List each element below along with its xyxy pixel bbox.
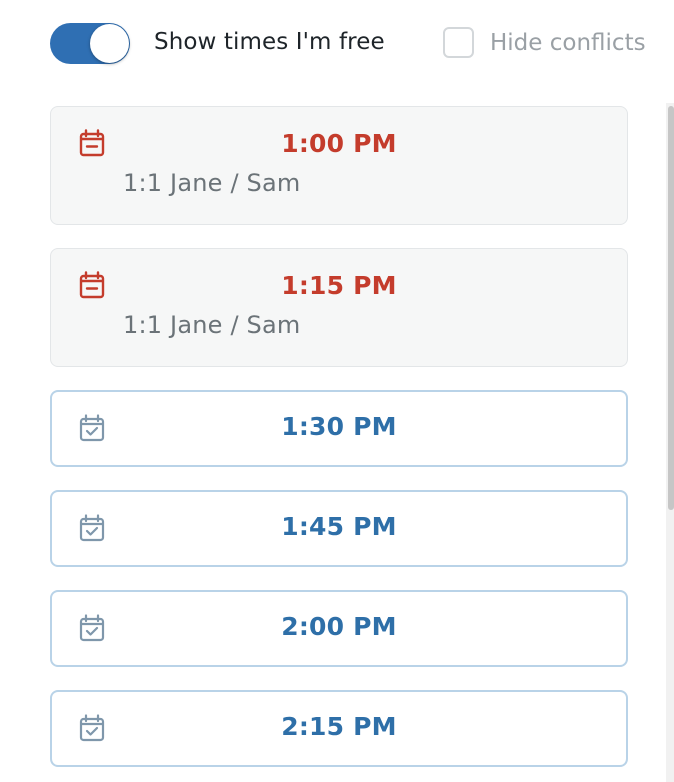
- time-slot-free[interactable]: 2:00 PM: [50, 590, 628, 667]
- slot-time: 1:45 PM: [281, 512, 397, 541]
- hide-conflicts-label: Hide conflicts: [490, 30, 646, 56]
- slot-time: 2:15 PM: [281, 712, 397, 741]
- scrollbar-thumb[interactable]: [668, 106, 674, 510]
- time-slot-busy[interactable]: 1:15 PM 1:1 Jane / Sam: [50, 248, 628, 367]
- slot-time: 1:00 PM: [281, 129, 397, 158]
- slot-event-title: 1:1 Jane / Sam: [123, 169, 301, 197]
- time-slot-picker: Show times I'm free Hide conflicts 1:00 …: [0, 0, 674, 782]
- time-slot-free[interactable]: 2:15 PM: [50, 690, 628, 767]
- hide-conflicts-checkbox[interactable]: [443, 27, 474, 58]
- time-slot-free[interactable]: 1:45 PM: [50, 490, 628, 567]
- slot-time: 1:30 PM: [281, 412, 397, 441]
- show-free-toggle[interactable]: [50, 23, 130, 64]
- time-slot-busy[interactable]: 1:00 PM 1:1 Jane / Sam: [50, 106, 628, 225]
- toggle-knob: [90, 24, 129, 63]
- slot-time: 1:15 PM: [281, 271, 397, 300]
- slot-time: 2:00 PM: [281, 612, 397, 641]
- show-free-label: Show times I'm free: [154, 29, 385, 55]
- slot-event-title: 1:1 Jane / Sam: [123, 311, 301, 339]
- time-slot-free[interactable]: 1:30 PM: [50, 390, 628, 467]
